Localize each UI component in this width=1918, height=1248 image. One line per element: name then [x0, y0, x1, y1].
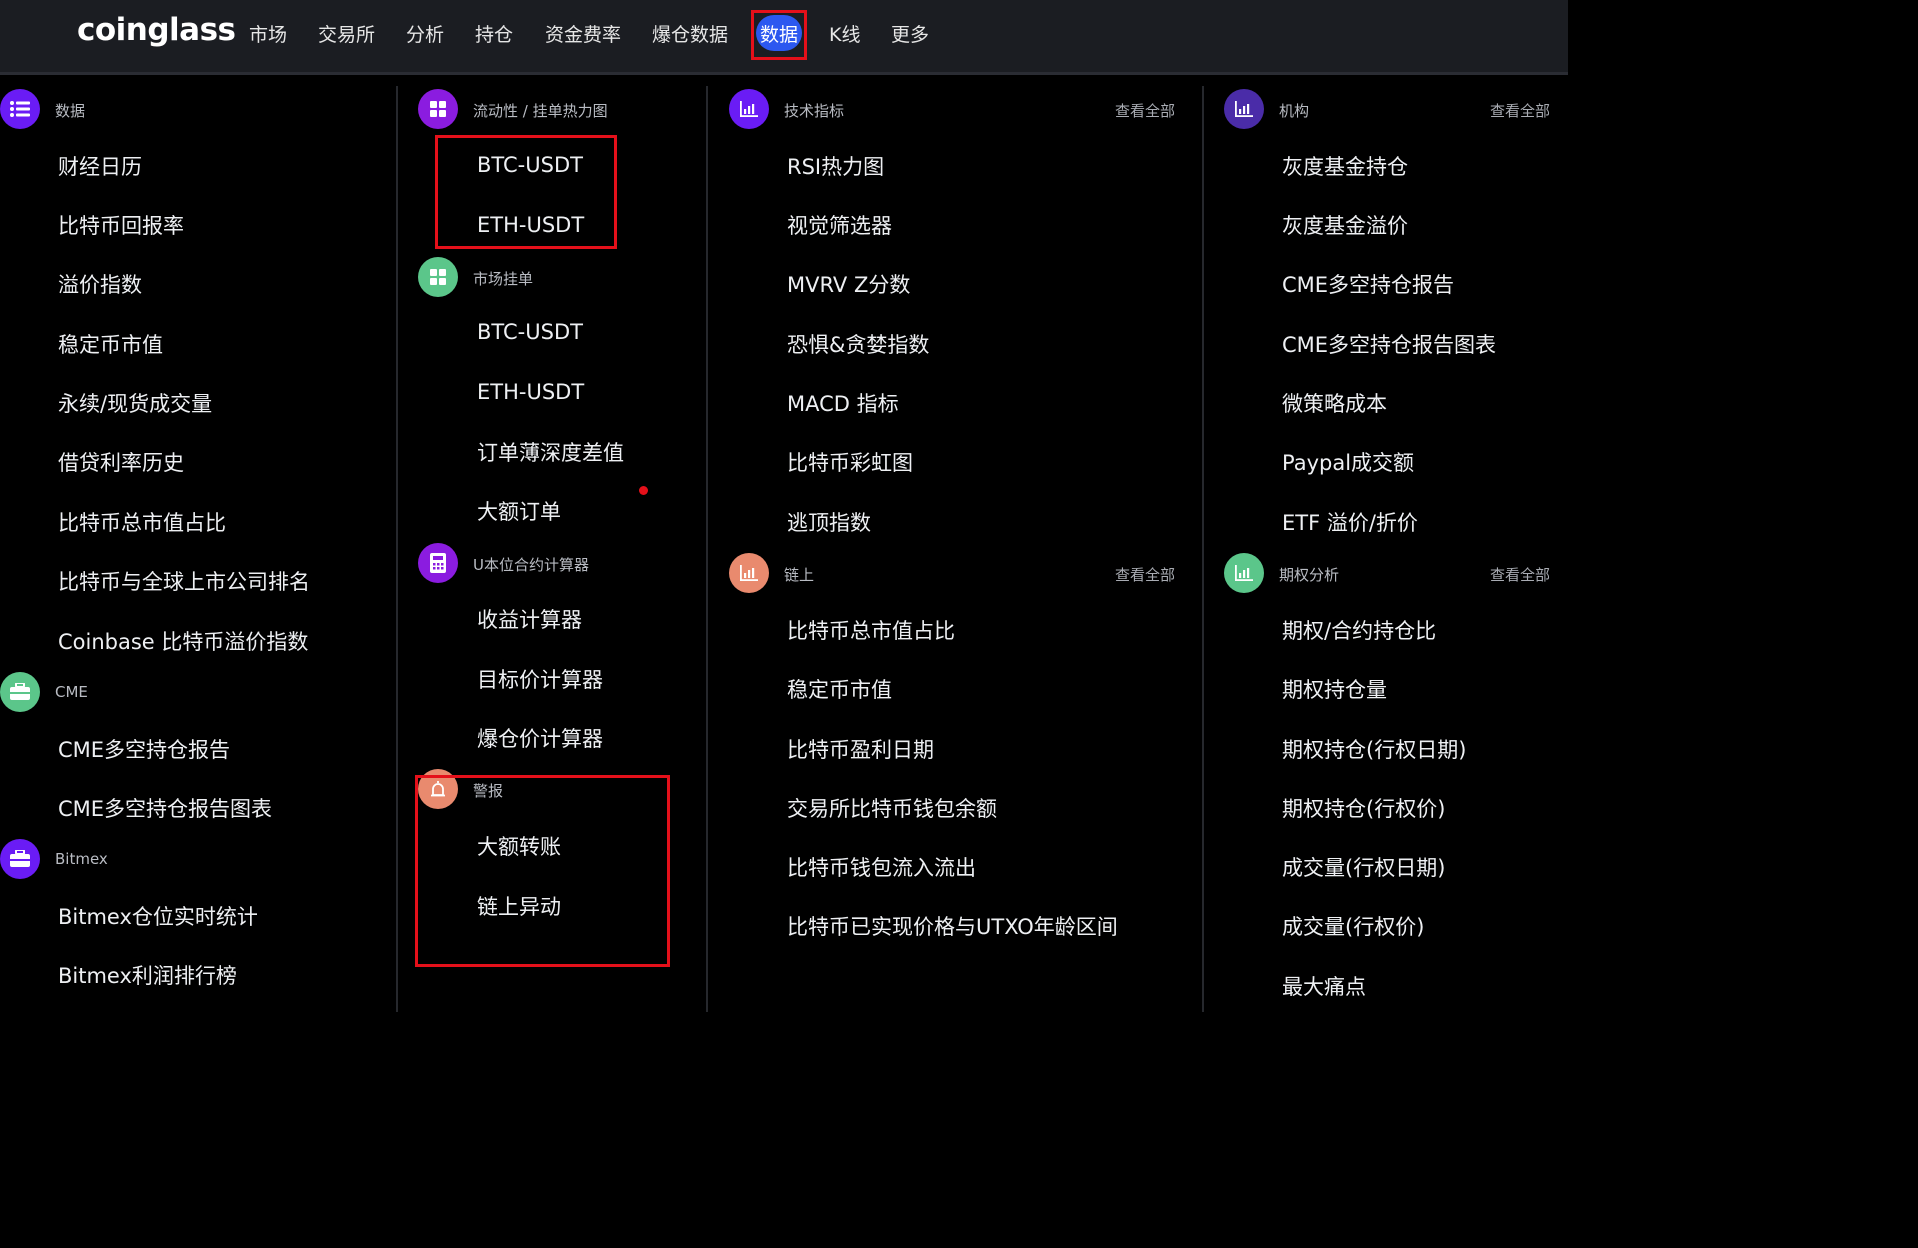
grid-icon: [418, 257, 458, 297]
nav-analysis[interactable]: 分析: [406, 20, 444, 47]
column-divider: [396, 86, 398, 1012]
see-all-link[interactable]: 查看全部: [1115, 100, 1175, 121]
section-title-options-analysis: 期权分析: [1279, 566, 1340, 584]
nav-data[interactable]: 数据: [760, 20, 798, 47]
menu-item[interactable]: 大额订单: [477, 496, 561, 526]
menu-item[interactable]: 微策略成本: [1282, 388, 1387, 418]
menu-item[interactable]: 恐惧&贪婪指数: [787, 329, 929, 359]
menu-item[interactable]: 比特币与全球上市公司排名: [58, 566, 310, 596]
column-divider: [1202, 86, 1204, 1012]
menu-item[interactable]: ETH-USDT: [477, 380, 584, 404]
menu-item[interactable]: CME多空持仓报告: [58, 734, 230, 764]
menu-item[interactable]: RSI热力图: [787, 151, 884, 181]
menu-item[interactable]: 永续/现货成交量: [58, 388, 212, 418]
section-title-onchain: 链上: [784, 566, 815, 584]
menu-item[interactable]: 比特币钱包流入流出: [787, 852, 976, 882]
menu-item[interactable]: 最大痛点: [1282, 971, 1366, 1001]
section-title-technical-indicators: 技术指标: [784, 102, 845, 120]
menu-item[interactable]: 交易所比特币钱包余额: [787, 793, 997, 823]
menu-item[interactable]: 稳定币市值: [787, 674, 892, 704]
see-all-link[interactable]: 查看全部: [1115, 564, 1175, 585]
menu-item[interactable]: 期权持仓量: [1282, 674, 1387, 704]
menu-item[interactable]: 订单薄深度差值: [477, 437, 624, 467]
menu-item[interactable]: ETF 溢价/折价: [1282, 507, 1418, 537]
menu-item[interactable]: 视觉筛选器: [787, 210, 892, 240]
menu-item[interactable]: 比特币盈利日期: [787, 734, 934, 764]
calculator-icon: [418, 543, 458, 583]
section-title-institutions: 机构: [1279, 102, 1310, 120]
menu-item[interactable]: 借贷利率历史: [58, 447, 184, 477]
nav-funding-rate[interactable]: 资金费率: [545, 20, 621, 47]
menu-item[interactable]: 期权/合约持仓比: [1282, 615, 1436, 645]
menu-item[interactable]: 稳定币市值: [58, 329, 163, 359]
menu-item[interactable]: 成交量(行权价): [1282, 911, 1424, 941]
menu-item[interactable]: MVRV Z分数: [787, 269, 910, 299]
coinglass-logo[interactable]: coinglass: [77, 12, 236, 48]
nav-market[interactable]: 市场: [249, 20, 287, 47]
menu-item[interactable]: 成交量(行权日期): [1282, 852, 1445, 882]
menu-item[interactable]: Paypal成交额: [1282, 447, 1414, 477]
column-divider: [706, 86, 708, 1012]
menu-item[interactable]: 逃顶指数: [787, 507, 871, 537]
menu-item[interactable]: 财经日历: [58, 151, 142, 181]
menu-item[interactable]: 期权持仓(行权日期): [1282, 734, 1466, 764]
menu-item[interactable]: 比特币总市值占比: [58, 507, 226, 537]
highlight-box: [435, 135, 617, 249]
bar-chart-icon: [729, 89, 769, 129]
briefcase-icon: [0, 839, 40, 879]
section-title-market-orders: 市场挂单: [473, 270, 534, 288]
menu-item[interactable]: CME多空持仓报告图表: [1282, 329, 1496, 359]
section-title-liquidity-heatmap: 流动性 / 挂单热力图: [473, 102, 608, 120]
menu-item[interactable]: Coinbase 比特币溢价指数: [58, 626, 308, 656]
grid-icon: [418, 89, 458, 129]
menu-item[interactable]: CME多空持仓报告图表: [58, 793, 272, 823]
menu-item[interactable]: 比特币彩虹图: [787, 447, 913, 477]
menu-item[interactable]: 比特币回报率: [58, 210, 184, 240]
bar-chart-icon: [729, 553, 769, 593]
list-icon: [0, 89, 40, 129]
section-title-contract-calculator: U本位合约计算器: [473, 556, 589, 574]
briefcase-icon: [0, 672, 40, 712]
see-all-link[interactable]: 查看全部: [1490, 100, 1550, 121]
menu-item[interactable]: 溢价指数: [58, 269, 142, 299]
section-title-cme: CME: [55, 683, 88, 701]
menu-item[interactable]: Bitmex仓位实时统计: [58, 901, 258, 931]
nav-liquidation[interactable]: 爆仓数据: [652, 20, 728, 47]
bar-chart-icon: [1224, 553, 1264, 593]
menu-item[interactable]: 爆仓价计算器: [477, 723, 603, 753]
nav-more[interactable]: 更多: [891, 20, 929, 47]
top-navbar: coinglass 市场 交易所 分析 持仓 资金费率 爆仓数据 数据 K线 更…: [0, 0, 1568, 75]
menu-item[interactable]: BTC-USDT: [477, 320, 583, 344]
see-all-link[interactable]: 查看全部: [1490, 564, 1550, 585]
bar-chart-icon: [1224, 89, 1264, 129]
menu-item[interactable]: 收益计算器: [477, 604, 582, 634]
notification-dot: [639, 486, 648, 495]
menu-item[interactable]: 灰度基金溢价: [1282, 210, 1408, 240]
section-title-bitmex: Bitmex: [55, 850, 108, 868]
menu-item[interactable]: MACD 指标: [787, 388, 899, 418]
menu-item[interactable]: 比特币已实现价格与UTXO年龄区间: [787, 911, 1118, 941]
menu-item[interactable]: 期权持仓(行权价): [1282, 793, 1445, 823]
menu-item[interactable]: CME多空持仓报告: [1282, 269, 1454, 299]
nav-open-interest[interactable]: 持仓: [475, 20, 513, 47]
highlight-box: [415, 775, 670, 967]
menu-item[interactable]: 灰度基金持仓: [1282, 151, 1408, 181]
menu-item[interactable]: Bitmex利润排行榜: [58, 960, 237, 990]
nav-exchanges[interactable]: 交易所: [318, 20, 375, 47]
menu-item[interactable]: 比特币总市值占比: [787, 615, 955, 645]
section-title-data: 数据: [55, 102, 86, 120]
menu-item[interactable]: 目标价计算器: [477, 664, 603, 694]
nav-kline[interactable]: K线: [829, 20, 860, 47]
